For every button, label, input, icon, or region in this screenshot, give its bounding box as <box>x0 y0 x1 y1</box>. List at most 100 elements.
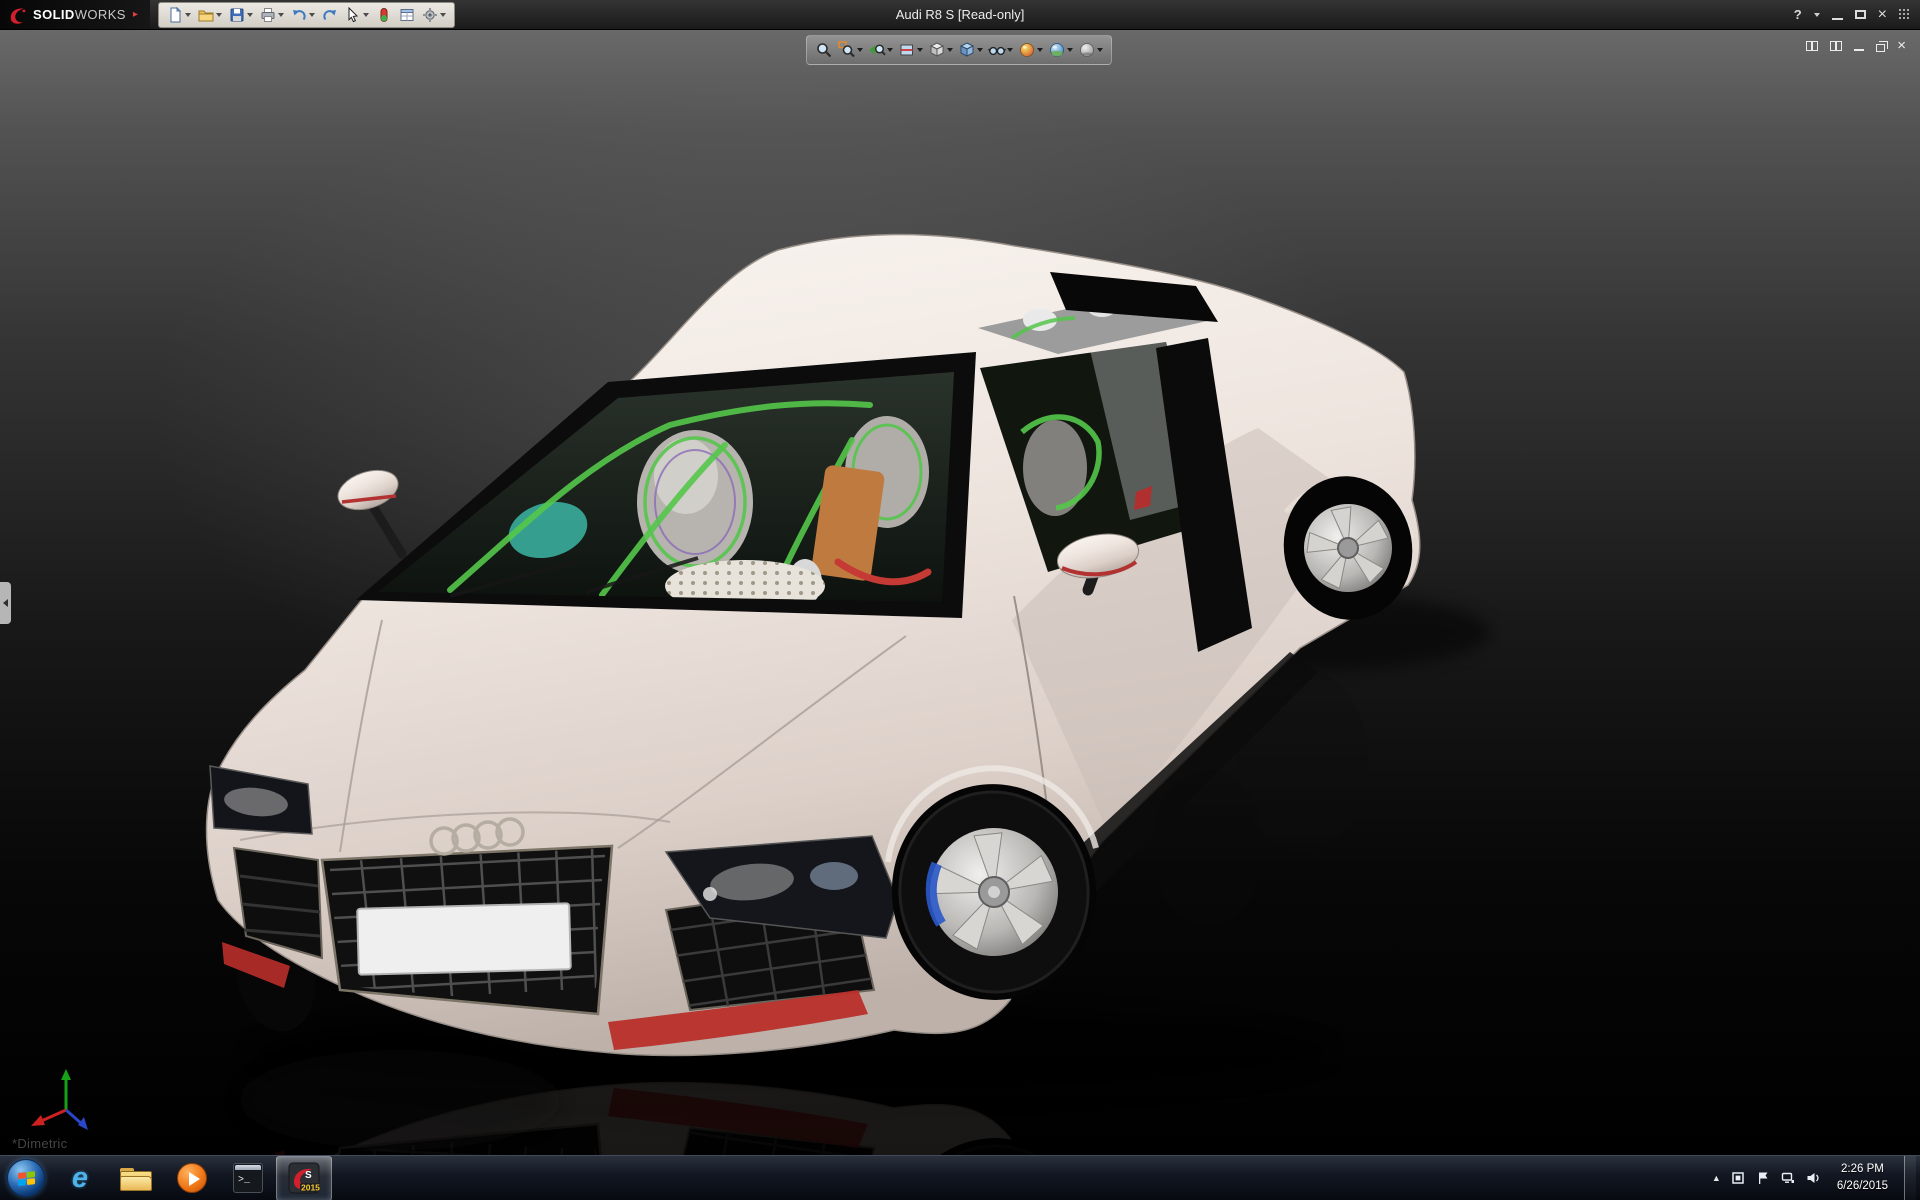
display-style-icon <box>958 41 976 59</box>
dropdown-caret-icon[interactable] <box>1037 48 1043 52</box>
dropdown-caret-icon[interactable] <box>247 13 253 17</box>
view-settings-button[interactable] <box>1076 38 1105 62</box>
rebuild-button[interactable] <box>373 3 395 27</box>
dropdown-caret-icon[interactable] <box>857 48 863 52</box>
model-audi-r8[interactable] <box>150 200 1500 1155</box>
help-dropdown-icon[interactable] <box>1814 6 1820 24</box>
heads-up-view-toolbar <box>806 35 1112 65</box>
main-toolbar <box>158 2 455 28</box>
edit-appearance-button[interactable] <box>1016 38 1045 62</box>
customize-grid-icon[interactable] <box>1899 6 1910 24</box>
help-button[interactable]: ? <box>1794 6 1802 24</box>
title-bar: SOLIDWORKS ▸ <box>0 0 1920 30</box>
brand-text: SOLIDWORKS <box>33 7 126 22</box>
save-icon <box>229 7 245 23</box>
doc-restore-button[interactable] <box>1876 38 1885 54</box>
dropdown-caret-icon[interactable] <box>440 13 446 17</box>
zoom-to-fit-icon <box>815 41 833 59</box>
chevron-left-icon <box>3 599 8 607</box>
dropdown-caret-icon[interactable] <box>977 48 983 52</box>
svg-text:S: S <box>305 1170 312 1181</box>
y-axis-arrow <box>61 1069 71 1080</box>
solidworks-icon: S 2015 <box>288 1162 320 1194</box>
clock-date: 6/26/2015 <box>1837 1178 1888 1195</box>
volume-icon[interactable] <box>1806 1171 1821 1186</box>
panel-collapse-arrow[interactable] <box>0 582 11 624</box>
taskbar: e >_ S 2015 ▲ <box>0 1155 1920 1200</box>
dropdown-caret-icon[interactable] <box>887 48 893 52</box>
left-mirror[interactable] <box>333 463 403 516</box>
taskbar-item-solidworks[interactable]: S 2015 <box>276 1156 332 1200</box>
save-button[interactable] <box>226 3 256 27</box>
doc-close-button[interactable]: × <box>1897 38 1906 54</box>
print-button[interactable] <box>257 3 287 27</box>
x-axis-arrow <box>31 1115 45 1126</box>
options-button[interactable] <box>419 3 449 27</box>
select-button[interactable] <box>342 3 372 27</box>
view-settings-icon <box>1078 41 1096 59</box>
dropdown-caret-icon[interactable] <box>309 13 315 17</box>
tray-app-icon[interactable] <box>1731 1171 1746 1186</box>
taskbar-clock[interactable]: 2:26 PM 6/26/2015 <box>1831 1161 1894 1194</box>
new-document-button[interactable] <box>164 3 194 27</box>
undo-icon <box>291 7 307 23</box>
network-icon[interactable] <box>1781 1171 1796 1186</box>
split-window-2-button[interactable] <box>1830 38 1842 54</box>
solidworks-logo: SOLIDWORKS ▸ <box>0 0 150 29</box>
solidworks-year-badge: 2015 <box>301 1183 320 1193</box>
dropdown-caret-icon[interactable] <box>216 13 222 17</box>
brand-works: WORKS <box>75 7 126 22</box>
new-document-icon <box>167 7 183 23</box>
apply-scene-icon <box>1048 41 1066 59</box>
options-icon <box>422 7 438 23</box>
open-button[interactable] <box>195 3 225 27</box>
window-title: Audi R8 S [Read-only] <box>896 7 1025 22</box>
show-hidden-icons-button[interactable]: ▲ <box>1712 1173 1721 1183</box>
zoom-to-fit-button[interactable] <box>813 38 835 62</box>
start-button[interactable] <box>0 1156 52 1200</box>
dropdown-caret-icon[interactable] <box>1097 48 1103 52</box>
start-orb-icon <box>7 1159 45 1197</box>
window-controls: ? × <box>1794 6 1920 24</box>
dropdown-caret-icon[interactable] <box>917 48 923 52</box>
hide-show-items-button[interactable] <box>986 38 1015 62</box>
view-orientation-button[interactable] <box>926 38 955 62</box>
taskbar-item-file-explorer[interactable] <box>108 1156 164 1200</box>
system-tray: ▲ 2:26 PM 6/26/2015 <box>1712 1156 1920 1200</box>
maximize-button[interactable] <box>1855 6 1866 24</box>
dropdown-caret-icon[interactable] <box>1007 48 1013 52</box>
taskbar-item-command-prompt[interactable]: >_ <box>220 1156 276 1200</box>
hide-show-items-icon <box>988 41 1006 59</box>
dropdown-caret-icon[interactable] <box>1067 48 1073 52</box>
car-body-group[interactable] <box>207 235 1424 1056</box>
file-properties-button[interactable] <box>396 3 418 27</box>
dropdown-caret-icon[interactable] <box>185 13 191 17</box>
minimize-button[interactable] <box>1832 6 1843 24</box>
display-style-button[interactable] <box>956 38 985 62</box>
print-icon <box>260 7 276 23</box>
previous-view-button[interactable] <box>866 38 895 62</box>
dropdown-caret-icon[interactable] <box>947 48 953 52</box>
brand-expand-icon[interactable]: ▸ <box>133 9 138 20</box>
dropdown-caret-icon[interactable] <box>363 13 369 17</box>
split-window-button[interactable] <box>1806 38 1818 54</box>
section-view-button[interactable] <box>896 38 925 62</box>
file-properties-icon <box>399 7 415 23</box>
redo-icon <box>322 7 338 23</box>
select-cursor-icon <box>345 7 361 23</box>
close-button[interactable]: × <box>1878 6 1887 24</box>
taskbar-item-internet-explorer[interactable]: e <box>52 1156 108 1200</box>
apply-scene-button[interactable] <box>1046 38 1075 62</box>
zoom-to-area-button[interactable] <box>836 38 865 62</box>
graphics-area[interactable]: × <box>0 30 1920 1155</box>
section-view-icon <box>898 41 916 59</box>
redo-button[interactable] <box>319 3 341 27</box>
doc-minimize-button[interactable] <box>1854 38 1864 54</box>
zoom-to-area-icon <box>838 41 856 59</box>
dropdown-caret-icon[interactable] <box>278 13 284 17</box>
action-center-flag-icon[interactable] <box>1756 1171 1771 1186</box>
taskbar-item-media-player[interactable] <box>164 1156 220 1200</box>
show-desktop-button[interactable] <box>1904 1156 1916 1200</box>
undo-button[interactable] <box>288 3 318 27</box>
license-plate <box>357 903 571 975</box>
